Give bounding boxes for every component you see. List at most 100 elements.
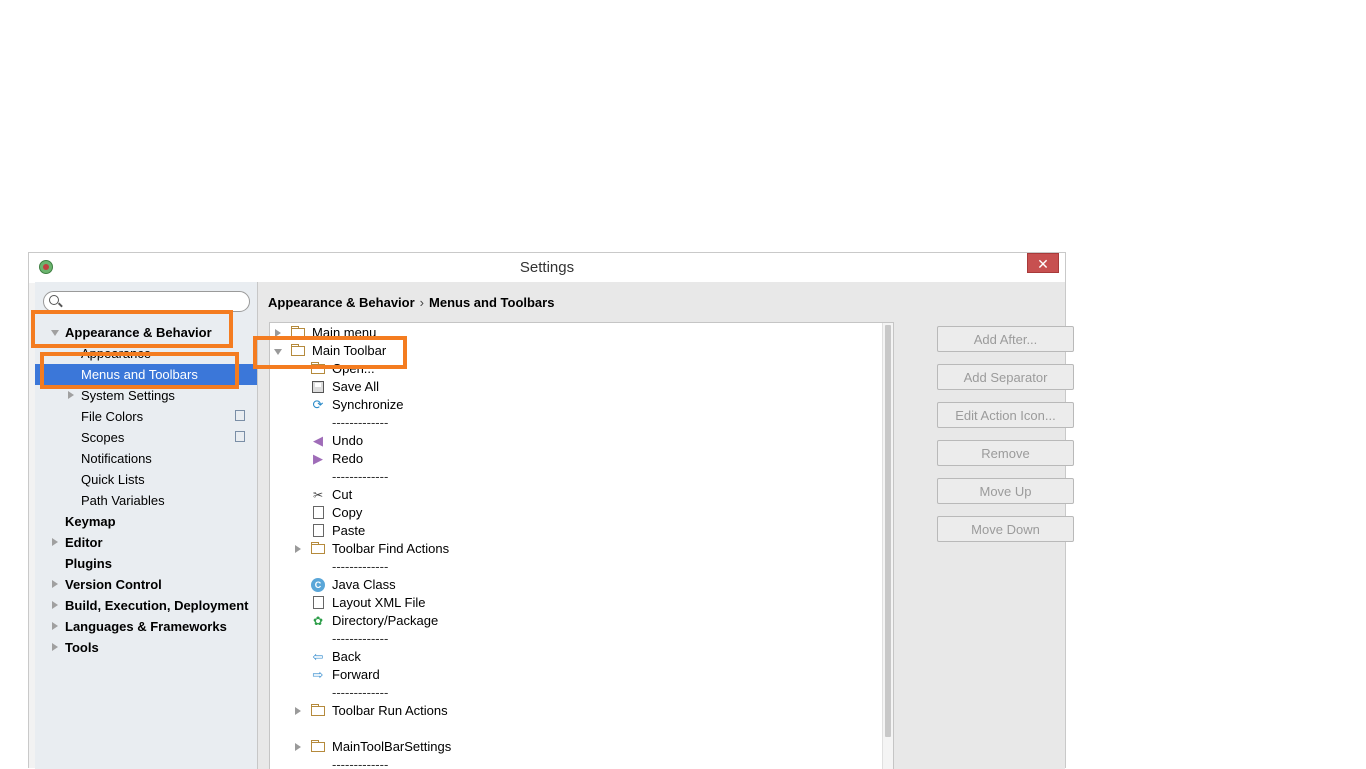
actions-tree[interactable]: Main menu Main Toolbar Open... Save All … — [269, 322, 894, 769]
sidebar-item-file-colors[interactable]: File Colors — [35, 406, 257, 427]
remove-button[interactable]: Remove — [937, 440, 1074, 466]
expand-arrow-icon[interactable] — [52, 538, 58, 546]
sidebar-item-label: Appearance & Behavior — [65, 325, 212, 340]
action-buttons: Add After... Add Separator Edit Action I… — [937, 326, 1074, 554]
sidebar-item-label: Plugins — [65, 556, 112, 571]
sidebar-item-label: Tools — [65, 640, 99, 655]
expand-arrow-icon[interactable] — [295, 743, 301, 751]
folder-icon — [311, 740, 325, 752]
close-button[interactable]: ✕ — [1027, 253, 1059, 273]
window-title: Settings — [519, 259, 575, 276]
tree-node-label: Paste — [332, 523, 366, 538]
expand-arrow-icon[interactable] — [52, 601, 58, 609]
tree-node-label: Open... — [332, 361, 375, 376]
copy-icon — [313, 506, 324, 519]
sidebar-item-label: Scopes — [81, 430, 125, 445]
tree-node-label: Undo — [332, 433, 364, 448]
tree-node-label: Toolbar Run Actions — [332, 703, 448, 718]
expand-arrow-icon[interactable] — [68, 391, 74, 399]
edit-action-icon-button[interactable]: Edit Action Icon... — [937, 402, 1074, 428]
tree-node-label: Layout XML File — [332, 595, 426, 610]
java-class-icon: C — [311, 578, 325, 592]
vertical-scrollbar[interactable] — [882, 323, 893, 769]
tree-node-label: Cut — [332, 487, 353, 502]
expand-arrow-icon[interactable] — [52, 622, 58, 630]
tree-node-label: Copy — [332, 505, 363, 520]
expand-arrow-icon[interactable] — [275, 329, 281, 337]
sidebar-item-label: System Settings — [81, 388, 175, 403]
sidebar-item-notifications[interactable]: Notifications — [35, 448, 257, 469]
settings-window: Settings ✕ Appearance & Behavior Appeara… — [28, 252, 1074, 769]
move-down-button[interactable]: Move Down — [937, 516, 1074, 542]
folder-icon — [291, 344, 305, 356]
folder-icon — [311, 542, 325, 554]
sidebar-item-languages-frameworks[interactable]: Languages & Frameworks — [35, 616, 257, 637]
project-copy-icon — [235, 431, 245, 442]
sidebar-item-label: Appearance — [81, 346, 152, 361]
tree-node-label: Directory/Package — [332, 613, 439, 628]
sidebar-item-keymap[interactable]: Keymap — [35, 511, 257, 532]
sidebar-item-appearance[interactable]: Appearance — [35, 343, 257, 364]
breadcrumb-part: Menus and Toolbars — [429, 295, 555, 310]
sidebar-item-label: Menus and Toolbars — [81, 367, 198, 382]
collapse-arrow-icon[interactable] — [274, 349, 282, 355]
sidebar-item-label: Editor — [65, 535, 103, 550]
breadcrumb-part: Appearance & Behavior — [268, 295, 415, 310]
tree-node-label: Back — [332, 649, 361, 664]
sidebar-item-label: File Colors — [81, 409, 144, 424]
sidebar-item-plugins[interactable]: Plugins — [35, 553, 257, 574]
sidebar-item-label: Version Control — [65, 577, 162, 592]
expand-arrow-icon[interactable] — [52, 643, 58, 651]
sidebar-item-menus-toolbars[interactable]: Menus and Toolbars — [35, 364, 257, 385]
expand-arrow-icon[interactable] — [295, 545, 301, 553]
sidebar-item-scopes[interactable]: Scopes — [35, 427, 257, 448]
sidebar-item-appearance-behavior[interactable]: Appearance & Behavior — [35, 322, 257, 343]
sidebar-item-label: Quick Lists — [81, 472, 145, 487]
sidebar-item-path-variables[interactable]: Path Variables — [35, 490, 257, 511]
expand-arrow-icon[interactable] — [295, 707, 301, 715]
sidebar-item-system-settings[interactable]: System Settings — [35, 385, 257, 406]
breadcrumb: Appearance & Behavior › Menus and Toolbars — [268, 295, 554, 310]
separator-label: ------------- — [332, 469, 389, 484]
layout-file-icon — [313, 596, 324, 609]
add-separator-button[interactable]: Add Separator — [937, 364, 1074, 390]
add-after-button[interactable]: Add After... — [937, 326, 1074, 352]
sidebar-item-build-execution-deployment[interactable]: Build, Execution, Deployment — [35, 595, 257, 616]
sync-icon: ⟳ — [312, 397, 324, 412]
folder-icon — [291, 326, 305, 338]
separator-label: ------------- — [332, 685, 389, 700]
undo-icon: ◀ — [313, 433, 323, 448]
android-package-icon: ✿ — [312, 614, 324, 628]
save-icon — [312, 381, 324, 393]
sidebar-item-version-control[interactable]: Version Control — [35, 574, 257, 595]
separator-label: ------------- — [332, 415, 389, 430]
tree-node-label: Save All — [332, 379, 379, 394]
redo-icon: ▶ — [313, 451, 323, 466]
breadcrumb-separator: › — [419, 295, 425, 310]
tree-node-label: Main menu — [312, 325, 377, 340]
expand-arrow-icon[interactable] — [51, 330, 59, 336]
sidebar-item-quick-lists[interactable]: Quick Lists — [35, 469, 257, 490]
scissors-icon: ✂ — [312, 488, 324, 502]
separator-label: ------------- — [332, 559, 389, 574]
settings-tree: Appearance & Behavior Appearance Menus a… — [35, 322, 257, 658]
tree-node-label: Toolbar Find Actions — [332, 541, 450, 556]
scrollbar-thumb[interactable] — [885, 325, 891, 737]
tree-node-label: MainToolBarSettings — [332, 739, 452, 754]
back-arrow-icon: ⇦ — [312, 649, 324, 664]
tree-node-label: Redo — [332, 451, 364, 466]
tree-node-label: Forward — [332, 667, 380, 682]
project-copy-icon — [235, 410, 245, 421]
tree-node-label: Synchronize — [332, 397, 404, 412]
sidebar-item-editor[interactable]: Editor — [35, 532, 257, 553]
open-folder-icon — [311, 362, 325, 374]
search-input[interactable] — [43, 291, 250, 312]
settings-content: Appearance & Behavior › Menus and Toolbars… — [258, 282, 1074, 769]
move-up-button[interactable]: Move Up — [937, 478, 1074, 504]
sidebar-item-tools[interactable]: Tools — [35, 637, 257, 658]
separator-label: ------------- — [332, 757, 389, 769]
sidebar-item-label: Keymap — [65, 514, 116, 529]
expand-arrow-icon[interactable] — [52, 580, 58, 588]
tree-node-label: Main Toolbar — [312, 343, 387, 358]
settings-sidebar: Appearance & Behavior Appearance Menus a… — [35, 282, 258, 769]
